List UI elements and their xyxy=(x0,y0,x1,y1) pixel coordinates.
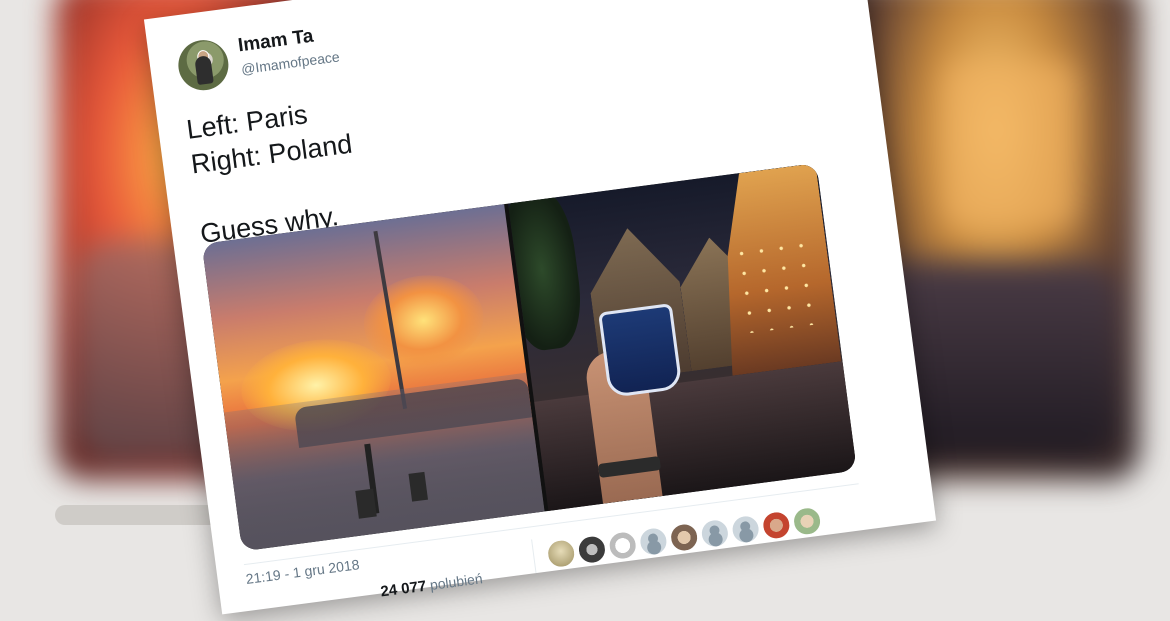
avatar[interactable] xyxy=(175,37,232,94)
paris-photo[interactable] xyxy=(201,204,545,552)
tweet-card: Imam Ta @Imamofpeace Left: Paris Right: … xyxy=(143,0,937,615)
liker-avatar[interactable] xyxy=(545,537,577,570)
tweet-header: Imam Ta @Imamofpeace xyxy=(175,0,679,103)
default-avatar-icon[interactable] xyxy=(729,513,762,546)
liker-avatar[interactable] xyxy=(606,529,639,562)
likes-label: polubień xyxy=(428,570,484,593)
liker-avatar[interactable] xyxy=(668,521,700,554)
poland-photo[interactable] xyxy=(508,163,857,511)
default-avatar-icon[interactable] xyxy=(637,525,670,558)
likes-count: 24 077 xyxy=(379,577,428,601)
likes-stat[interactable]: 24 077 polubień xyxy=(380,570,484,600)
liker-avatar[interactable] xyxy=(760,509,793,542)
liker-avatar[interactable] xyxy=(576,533,608,566)
liker-facepile xyxy=(531,502,846,574)
liker-avatar[interactable] xyxy=(791,505,823,537)
default-avatar-icon[interactable] xyxy=(699,517,731,550)
